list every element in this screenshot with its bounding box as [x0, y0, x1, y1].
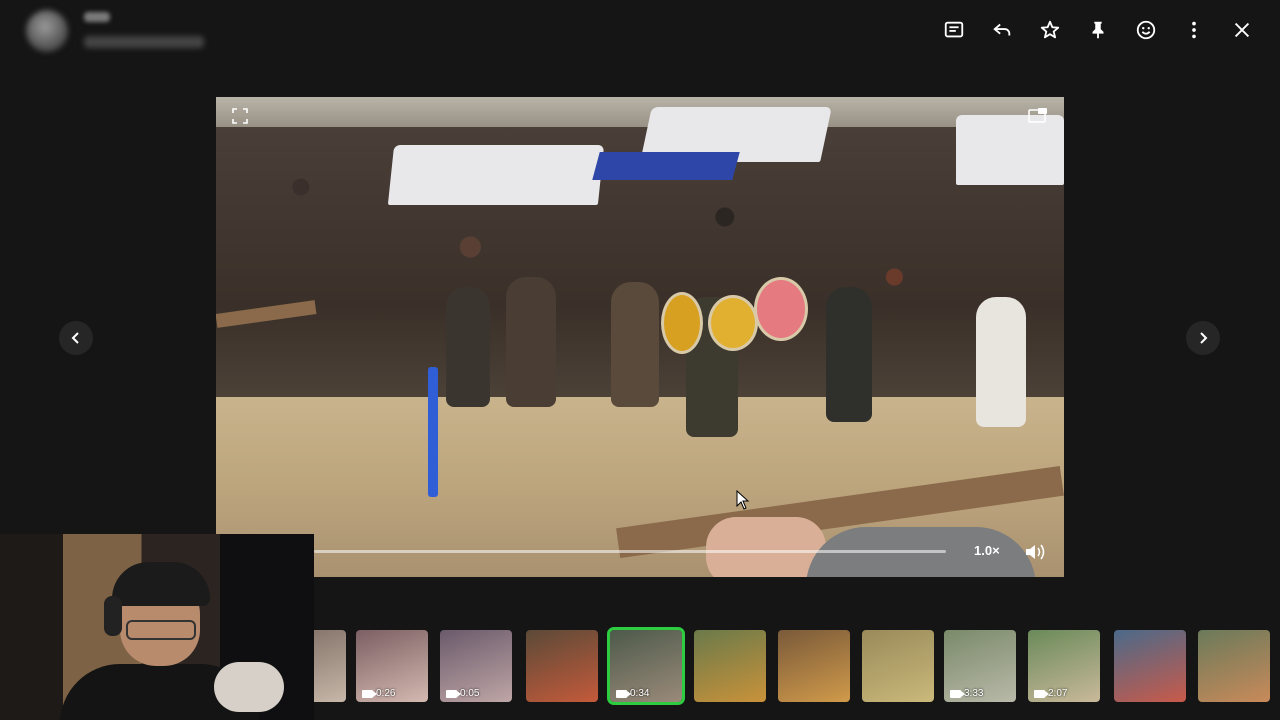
duration-label: 0:05 — [460, 688, 480, 699]
video-camera-icon — [950, 689, 965, 698]
filmstrip-thumbnail[interactable]: 3:33 — [944, 630, 1016, 702]
filmstrip-thumbnail[interactable] — [1198, 630, 1270, 702]
video-frame-pole — [428, 367, 438, 497]
playback-speed-button[interactable]: 1.0× — [974, 543, 1000, 558]
caption-icon — [944, 21, 964, 38]
video-frame-figure — [826, 287, 872, 422]
more-icon — [1192, 21, 1196, 39]
filmstrip-thumbnail[interactable]: 0:26 — [356, 630, 428, 702]
close-button[interactable] — [1226, 14, 1258, 46]
react-button[interactable] — [1130, 14, 1162, 46]
caption-button[interactable] — [938, 14, 970, 46]
reply-button[interactable] — [986, 14, 1018, 46]
video-frame-figure — [611, 282, 659, 407]
filmstrip-thumbnail[interactable] — [694, 630, 766, 702]
star-icon — [1040, 20, 1060, 39]
video-progress-bar[interactable] — [314, 550, 946, 553]
video-frame-shield — [708, 295, 758, 351]
media-filmstrip[interactable]: 0:26 0:05 0:34 3:33 2:07 — [314, 626, 1280, 708]
next-media-button[interactable] — [1186, 321, 1220, 355]
filmstrip-thumbnail[interactable] — [778, 630, 850, 702]
duration-label: 2:07 — [1048, 688, 1068, 699]
video-frame-tent — [387, 145, 605, 205]
thumbnail-duration: 3:33 — [950, 688, 983, 699]
video-frame-figure — [506, 277, 556, 407]
video-frame-banner — [592, 152, 740, 180]
filmstrip-thumbnail[interactable] — [314, 630, 346, 702]
video-frame-shield — [754, 277, 808, 341]
thumbnail-duration: 0:34 — [616, 688, 649, 699]
picture-in-picture-icon[interactable] — [1028, 107, 1048, 125]
thumbnail-duration: 0:05 — [446, 688, 479, 699]
pin-button[interactable] — [1082, 14, 1114, 46]
filmstrip-thumbnail[interactable]: 2:07 — [1028, 630, 1100, 702]
fullscreen-icon[interactable] — [232, 108, 248, 124]
filmstrip-thumbnail[interactable] — [1114, 630, 1186, 702]
reply-icon — [993, 23, 1011, 36]
video-frame-figure — [976, 297, 1026, 427]
volume-icon[interactable] — [1024, 542, 1050, 562]
sender-timestamp-blurred — [84, 36, 204, 48]
webcam-overlay — [0, 534, 314, 720]
filmstrip-thumbnail[interactable]: 0:05 — [440, 630, 512, 702]
filmstrip-thumbnail[interactable] — [862, 630, 934, 702]
thumbnail-duration: 0:26 — [362, 688, 395, 699]
thumbnail-duration: 2:07 — [1034, 688, 1067, 699]
chevron-right-icon — [1200, 332, 1208, 344]
webcam-headset — [104, 596, 122, 636]
duration-label: 0:26 — [376, 688, 396, 699]
webcam-microphone — [214, 662, 284, 712]
video-camera-icon — [616, 689, 631, 698]
video-player[interactable] — [216, 97, 1064, 577]
duration-label: 0:34 — [630, 688, 650, 699]
chevron-left-icon — [71, 332, 79, 344]
video-camera-icon — [446, 689, 461, 698]
more-options-button[interactable] — [1178, 14, 1210, 46]
webcam-person-hair — [112, 562, 210, 606]
video-frame-shield — [661, 292, 703, 354]
sender-info — [18, 6, 218, 56]
filmstrip-thumbnail[interactable]: 0:34 — [607, 627, 685, 705]
star-button[interactable] — [1034, 14, 1066, 46]
video-frame-tent — [956, 115, 1064, 185]
video-camera-icon — [1034, 689, 1049, 698]
sender-avatar — [26, 10, 68, 52]
video-frame-figure — [446, 287, 490, 407]
close-icon — [1234, 22, 1250, 38]
sender-name-blurred — [84, 12, 110, 22]
filmstrip-thumbnail[interactable] — [526, 630, 598, 702]
video-camera-icon — [362, 689, 377, 698]
duration-label: 3:33 — [964, 688, 984, 699]
mouse-cursor-icon — [736, 490, 750, 510]
emoji-icon — [1136, 20, 1156, 40]
pin-icon — [1092, 21, 1104, 39]
previous-media-button[interactable] — [59, 321, 93, 355]
webcam-glasses — [126, 620, 196, 640]
